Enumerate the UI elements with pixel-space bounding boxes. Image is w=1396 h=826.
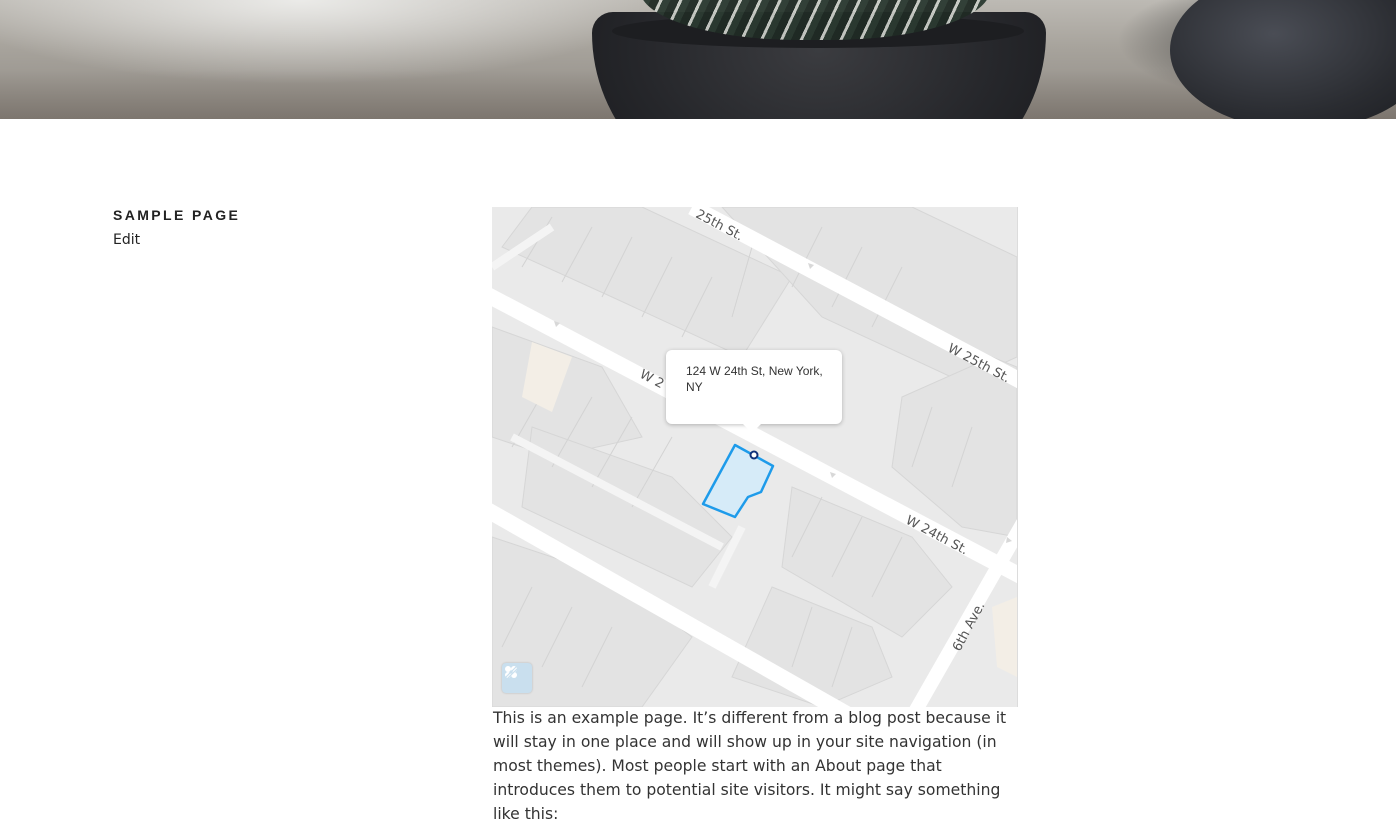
popup-address: 124 W 24th St, New York, NY [686,364,823,394]
mapbox-logo-icon[interactable] [502,663,532,693]
header-image [0,0,1396,119]
entry-header: SAMPLE PAGE Edit [113,207,240,249]
edit-link[interactable]: Edit [113,232,140,248]
map-base-layer [492,207,1017,707]
map-embed[interactable]: 25th St. W 25th St. W 2 W 24th St. 6th A… [492,207,1018,707]
map-popup: 124 W 24th St, New York, NY [666,350,842,433]
mapbox-logo-glyph [503,664,519,680]
location-marker [749,450,759,460]
header-image-background-pot [1170,0,1396,119]
page-content-paragraph: This is an example page. It’s different … [493,709,1007,823]
page-title: SAMPLE PAGE [113,207,241,223]
